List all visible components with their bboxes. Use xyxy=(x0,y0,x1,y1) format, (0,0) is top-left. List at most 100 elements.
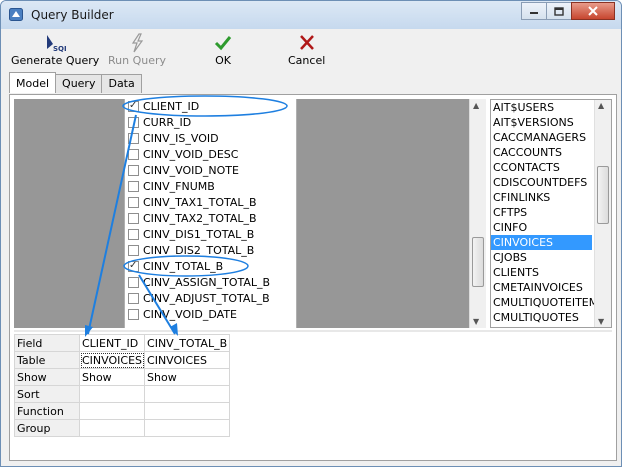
field-checkbox[interactable] xyxy=(128,228,139,240)
field-name: CINV_FNUMB xyxy=(143,180,215,193)
table-list-item[interactable]: CACCMANAGERS xyxy=(491,130,592,145)
maximize-button[interactable] xyxy=(546,2,572,20)
field-row[interactable]: CLIENT_ID xyxy=(125,99,296,115)
maximize-icon xyxy=(554,6,564,16)
grid-cell[interactable] xyxy=(78,419,146,437)
grid-cell[interactable]: Show xyxy=(144,368,231,386)
scroll-down-arrow-icon[interactable]: ▼ xyxy=(473,317,479,326)
table-list-item[interactable]: CMULTIQUOTEITEMS xyxy=(491,295,605,310)
field-list-cinvoices: CLIENT_ID CURR_ID CINV_IS_VOID CINV_VOID_DE… xyxy=(124,99,297,328)
table-list-item[interactable]: CFINLINKS xyxy=(491,190,592,205)
field-name: CINV_TAX1_TOTAL_B xyxy=(143,196,257,209)
grid-cell[interactable] xyxy=(144,402,231,420)
tab-bar: Model Query Data xyxy=(9,72,142,94)
field-row[interactable]: CURR_ID xyxy=(125,115,296,131)
field-checkbox[interactable] xyxy=(128,292,139,304)
field-checkbox[interactable] xyxy=(128,258,139,274)
table-list-item[interactable]: CINVOICES xyxy=(491,235,592,250)
field-checkbox[interactable] xyxy=(128,196,139,208)
table-list-item[interactable]: CCONTACTS xyxy=(491,160,592,175)
table-list-item[interactable]: CFTPS xyxy=(491,205,592,220)
field-row[interactable]: CINV_TAX2_TOTAL_B xyxy=(125,211,296,227)
scrollbar-thumb[interactable] xyxy=(472,237,484,287)
close-icon xyxy=(588,6,598,16)
grid-row-header: Table xyxy=(14,351,80,369)
minimize-button[interactable] xyxy=(521,2,547,20)
field-checkbox[interactable] xyxy=(128,99,139,114)
table-list: AIT$USERS AIT$VERSIONS CACCMANAGERS CACCOUN… xyxy=(490,99,612,328)
tab-query[interactable]: Query xyxy=(55,74,103,93)
field-row[interactable]: CINV_DIS1_TOTAL_B xyxy=(125,227,296,243)
table-list-item[interactable]: CACCOUNTS xyxy=(491,145,592,160)
table-list-item[interactable]: CLIENTS xyxy=(491,265,592,280)
field-checkbox[interactable] xyxy=(128,276,139,288)
table-list-item[interactable]: CMETAINVOICES xyxy=(491,280,592,295)
model-panel: CLIENT_ID CURR_ID CINV_IS_VOID CINV_VOID_DE… xyxy=(9,94,617,461)
field-checkbox[interactable] xyxy=(128,244,139,256)
grid-cell[interactable] xyxy=(144,419,231,437)
tab-data[interactable]: Data xyxy=(101,74,142,93)
grid-cell[interactable]: Show xyxy=(78,368,146,386)
field-checkbox[interactable] xyxy=(128,212,139,224)
field-checkbox[interactable] xyxy=(128,148,139,160)
field-checkbox[interactable] xyxy=(128,132,139,144)
table-list-item[interactable]: CDISCOUNTDEFS xyxy=(491,175,592,190)
field-name: CINV_IS_VOID xyxy=(143,132,219,145)
ok-button[interactable]: OK xyxy=(212,33,234,67)
field-row[interactable]: CINV_FNUMB xyxy=(125,179,296,195)
field-row[interactable]: CINV_DIS2_TOTAL_B xyxy=(125,243,296,259)
tab-model[interactable]: Model xyxy=(9,72,57,93)
svg-text:SQL: SQL xyxy=(53,45,66,53)
field-name: CINV_DIS1_TOTAL_B xyxy=(143,228,255,241)
diagram-vertical-scrollbar[interactable]: ▲ ▼ xyxy=(469,99,486,328)
grid-cell[interactable]: CINVOICES xyxy=(78,351,146,369)
run-query-button[interactable]: Run Query xyxy=(108,33,166,67)
scroll-up-arrow-icon[interactable]: ▲ xyxy=(598,101,604,110)
grid-row-header: Function xyxy=(14,402,80,420)
field-row[interactable]: CINV_IS_VOID xyxy=(125,131,296,147)
field-row[interactable]: CINV_VOID_DATE xyxy=(125,307,296,323)
table-list-item[interactable]: CJOBS xyxy=(491,250,592,265)
app-icon xyxy=(9,8,23,21)
table-list-scrollbar[interactable]: ▲ ▼ xyxy=(594,100,611,327)
scroll-up-arrow-icon[interactable]: ▲ xyxy=(473,101,479,110)
splitter[interactable] xyxy=(14,330,612,332)
toolbar: SQL Generate Query Run Query OK Cancel xyxy=(1,29,621,73)
field-checkbox[interactable] xyxy=(128,180,139,192)
field-checkbox[interactable] xyxy=(128,116,139,128)
cancel-button[interactable]: Cancel xyxy=(288,33,325,67)
title-bar: Query Builder xyxy=(1,1,621,29)
grid-cell[interactable] xyxy=(78,402,146,420)
table-list-item[interactable]: AIT$USERS xyxy=(491,100,592,115)
grid-row: Table CINVOICES CINVOICES xyxy=(14,351,231,369)
field-name: CINV_ASSIGN_TOTAL_B xyxy=(143,276,271,289)
field-row[interactable]: CINV_TAX1_TOTAL_B xyxy=(125,195,296,211)
field-row[interactable]: CINV_TOTAL_B xyxy=(125,258,296,275)
grid-cell[interactable]: CINVOICES xyxy=(144,351,231,369)
table-list-item[interactable]: CINFO xyxy=(491,220,592,235)
grid-cell[interactable]: CINV_TOTAL_B xyxy=(144,334,231,352)
table-list-item[interactable]: AIT$VERSIONS xyxy=(491,115,592,130)
grid-cell[interactable] xyxy=(144,385,231,403)
field-row[interactable]: CINV_ADJUST_TOTAL_B xyxy=(125,291,296,307)
field-checkbox[interactable] xyxy=(128,308,139,320)
close-button[interactable] xyxy=(571,2,615,20)
field-row[interactable]: CINV_ASSIGN_TOTAL_B xyxy=(125,275,296,291)
scrollbar-thumb[interactable] xyxy=(597,166,609,224)
grid-cell[interactable] xyxy=(78,385,146,403)
field-name: CURR_ID xyxy=(143,116,192,129)
grid-row: Show Show Show xyxy=(14,368,231,386)
field-name: CINV_TAX2_TOTAL_B xyxy=(143,212,257,225)
field-name: CINV_TOTAL_B xyxy=(143,260,224,273)
generate-query-button[interactable]: SQL Generate Query xyxy=(11,33,99,67)
field-name: CINV_ADJUST_TOTAL_B xyxy=(143,292,270,305)
field-checkbox[interactable] xyxy=(128,164,139,176)
table-list-item[interactable]: CMULTIQUOTES xyxy=(491,310,592,325)
field-name: CINV_VOID_NOTE xyxy=(143,164,239,177)
diagram-area-right xyxy=(297,99,469,328)
grid-cell[interactable]: CLIENT_ID xyxy=(78,334,146,352)
field-name: CLIENT_ID xyxy=(143,100,200,113)
field-row[interactable]: CINV_VOID_DESC xyxy=(125,147,296,163)
scroll-down-arrow-icon[interactable]: ▼ xyxy=(598,317,604,326)
field-row[interactable]: CINV_VOID_NOTE xyxy=(125,163,296,179)
